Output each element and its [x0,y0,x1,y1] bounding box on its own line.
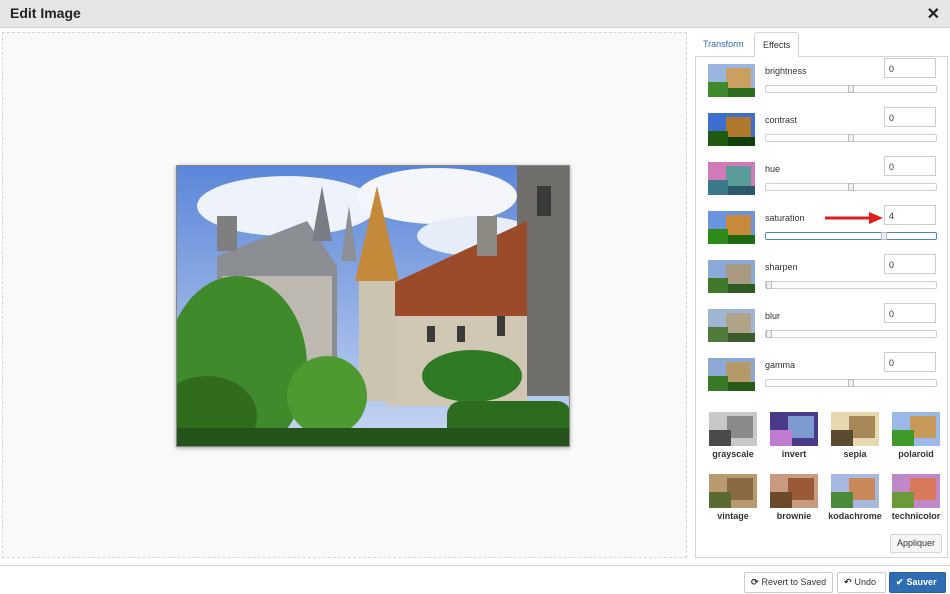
effect-label: contrast [765,115,798,125]
slider-thumb[interactable] [881,232,887,240]
dialog-titlebar: Edit Image ✕ [0,0,950,28]
dialog-footer: ⟳ Revert to Saved ↶ Undo ✔ Sauver [0,565,950,594]
effect-row-saturation: saturation 4 [696,204,949,244]
effect-label: brightness [765,66,807,76]
slider-thumb[interactable] [848,85,854,93]
filter-thumbnail [831,474,879,508]
slider-thumb[interactable] [766,330,772,338]
undo-label: Undo [854,577,877,587]
effect-row-hue: hue 0 [696,155,949,195]
slider-thumb[interactable] [848,134,854,142]
close-icon[interactable]: ✕ [927,4,940,24]
effect-label: blur [765,311,781,321]
tab-transform[interactable]: Transform [695,32,752,57]
sharpen-slider[interactable] [765,281,937,289]
save-label: Sauver [906,577,937,587]
dialog-title: Edit Image [10,5,81,21]
effect-row-sharpen: sharpen 0 [696,253,949,293]
hue-input[interactable]: 0 [884,156,936,176]
effect-thumbnail [708,358,755,391]
filter-thumbnail [709,474,757,508]
filter-thumbnail [831,412,879,446]
filter-thumbnail [770,412,818,446]
filter-label: technicolor [891,511,941,521]
filter-invert[interactable]: invert [766,412,822,472]
undo-icon: ↶ [844,577,852,587]
apply-button[interactable]: Appliquer [890,534,942,553]
revert-to-saved-button[interactable]: ⟳ Revert to Saved [744,572,833,593]
slider-thumb[interactable] [848,183,854,191]
effect-row-brightness: brightness 0 [696,57,949,97]
gamma-input[interactable]: 0 [884,352,936,372]
effect-row-blur: blur 0 [696,302,949,342]
save-button[interactable]: ✔ Sauver [889,572,946,593]
effect-row-contrast: contrast 0 [696,106,949,146]
brightness-input[interactable]: 0 [884,58,936,78]
filter-technicolor[interactable]: technicolor [888,474,944,534]
filter-thumbnail [709,412,757,446]
tab-bar: Transform Effects [695,32,948,57]
filter-brownie[interactable]: brownie [766,474,822,534]
filter-vintage[interactable]: vintage [705,474,761,534]
filter-sepia[interactable]: sepia [827,412,883,472]
filter-kodachrome[interactable]: kodachrome [827,474,883,534]
gamma-slider[interactable] [765,379,937,387]
revert-label: Revert to Saved [761,577,827,587]
effect-label: gamma [765,360,796,370]
saturation-input[interactable]: 4 [884,205,936,225]
effect-thumbnail [708,64,755,97]
contrast-input[interactable]: 0 [884,107,936,127]
effect-thumbnail [708,309,755,342]
red-arrow-icon [825,212,883,224]
sharpen-input[interactable]: 0 [884,254,936,274]
filter-thumbnail [892,474,940,508]
brightness-slider[interactable] [765,85,937,93]
effect-thumbnail [708,162,755,195]
filter-thumbnail [770,474,818,508]
refresh-icon: ⟳ [751,577,759,587]
effects-box: brightness 0 contrast 0 hue 0 saturation… [695,57,948,558]
effect-thumbnail [708,211,755,244]
check-icon: ✔ [896,577,904,587]
effect-thumbnail [708,113,755,146]
effect-row-gamma: gamma 0 [696,351,949,391]
effect-thumbnail [708,260,755,293]
image-canvas [2,32,687,558]
filter-label: polaroid [898,449,934,459]
filter-thumbnail [892,412,940,446]
filter-polaroid[interactable]: polaroid [888,412,944,472]
effect-label: sharpen [765,262,798,272]
undo-button[interactable]: ↶ Undo [837,572,886,593]
filter-grayscale[interactable]: grayscale [705,412,761,472]
tab-effects[interactable]: Effects [754,32,800,57]
photo-illustration [177,166,569,446]
blur-input[interactable]: 0 [884,303,936,323]
slider-thumb[interactable] [766,281,772,289]
effect-label: saturation [765,213,805,223]
hue-slider[interactable] [765,183,937,191]
effects-panel: Transform Effects brightness 0 contrast … [695,32,948,558]
contrast-slider[interactable] [765,134,937,142]
edited-photo [176,165,570,447]
blur-slider[interactable] [765,330,937,338]
effect-label: hue [765,164,781,174]
saturation-slider[interactable] [765,232,937,240]
slider-thumb[interactable] [848,379,854,387]
